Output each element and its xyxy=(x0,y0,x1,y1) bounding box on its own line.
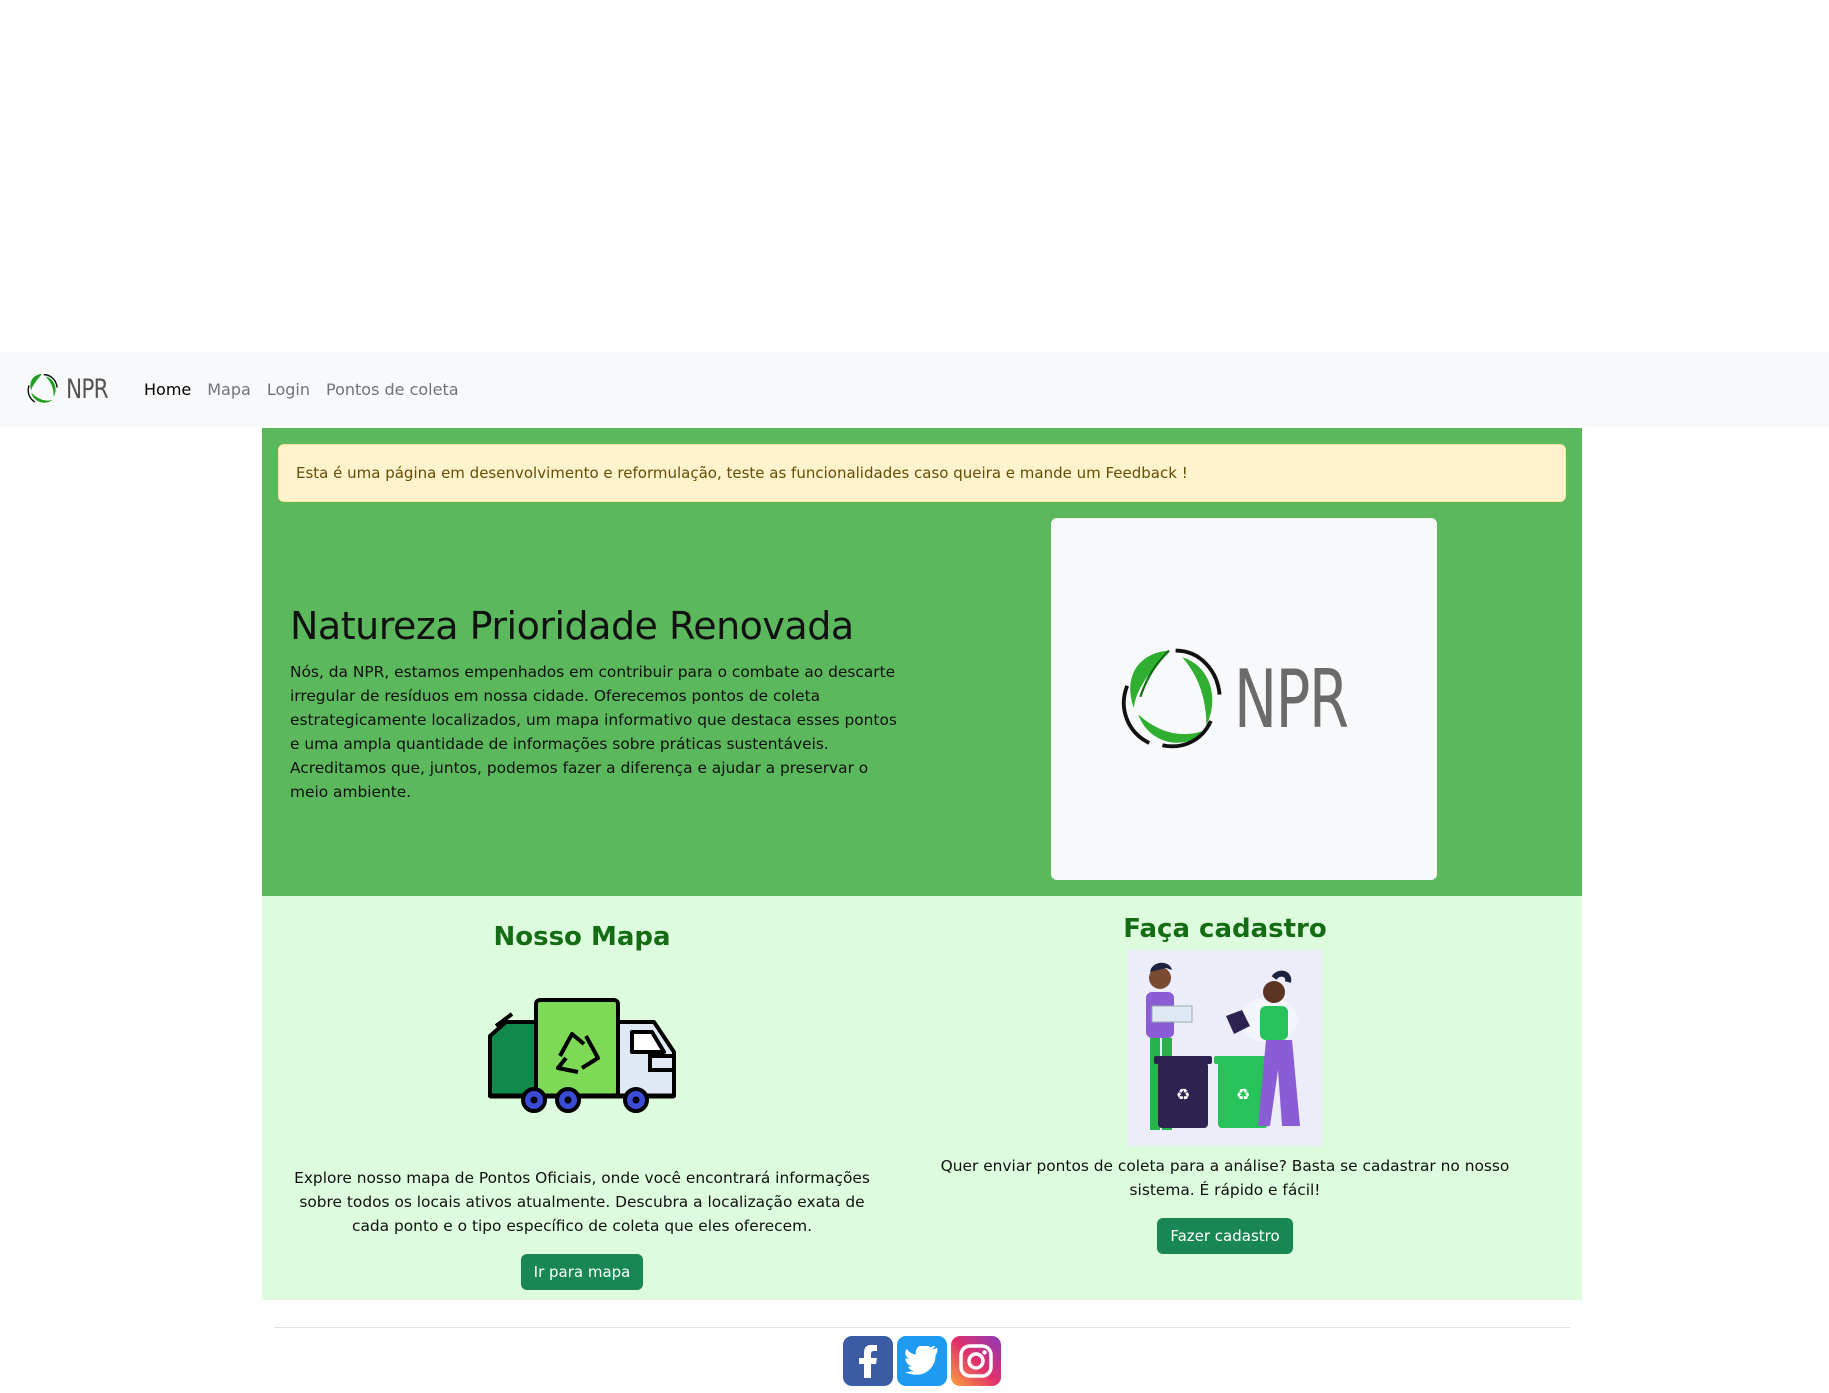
facebook-icon[interactable] xyxy=(843,1336,893,1386)
feature-signup-text: Quer enviar pontos de coleta para a anál… xyxy=(940,1157,1510,1199)
instagram-camera-icon xyxy=(959,1344,993,1378)
navbar: NPR Home Mapa Login Pontos de coleta xyxy=(0,352,1829,427)
brand[interactable]: NPR xyxy=(24,366,118,412)
nav-mapa[interactable]: Mapa xyxy=(207,380,251,399)
nav-home[interactable]: Home xyxy=(144,380,191,399)
svg-text:♻: ♻ xyxy=(1236,1085,1250,1104)
npr-leaf-logo-icon xyxy=(27,373,58,403)
main-content: Esta é uma página em desenvolvimento e r… xyxy=(262,428,1582,1300)
hero-logo-text: NPR xyxy=(1234,652,1349,746)
twitter-bird-icon xyxy=(904,1346,938,1375)
feature-map-image xyxy=(262,974,902,1136)
feature-map-text: Explore nosso mapa de Pontos Oficiais, o… xyxy=(294,1169,870,1235)
alert-text: Esta é uma página em desenvolvimento e r… xyxy=(296,464,1188,482)
features-section: Nosso Mapa Explore nosso mapa de Pontos … xyxy=(262,896,1582,1300)
facebook-f-icon xyxy=(859,1345,877,1378)
instagram-icon[interactable] xyxy=(951,1336,1001,1386)
people-recycling-illustration: ♻ ♻ xyxy=(1146,962,1300,1130)
twitter-icon[interactable] xyxy=(897,1336,947,1386)
hero-logo-card: NPR xyxy=(1051,518,1437,880)
hero-description: Nós, da NPR, estamos empenhados em contr… xyxy=(290,663,897,801)
feature-map: Nosso Mapa Explore nosso mapa de Pontos … xyxy=(262,896,902,1290)
footer-divider xyxy=(274,1327,1570,1328)
nav-links: Home Mapa Login Pontos de coleta xyxy=(144,352,475,427)
development-alert: Esta é uma página em desenvolvimento e r… xyxy=(278,444,1566,502)
nav-pontos-de-coleta[interactable]: Pontos de coleta xyxy=(326,380,459,399)
signup-button[interactable]: Fazer cadastro xyxy=(1157,1218,1293,1254)
go-to-map-button[interactable]: Ir para mapa xyxy=(520,1254,644,1290)
feature-signup-image: ♻ ♻ xyxy=(1128,950,1322,1146)
social-links xyxy=(843,1336,1001,1386)
svg-text:♻: ♻ xyxy=(1176,1085,1190,1104)
recycling-truck-icon xyxy=(488,998,676,1113)
nav-login[interactable]: Login xyxy=(267,380,310,399)
npr-large-leaf-logo-icon xyxy=(1121,648,1222,749)
brand-text: NPR xyxy=(66,373,109,405)
hero-section: Esta é uma página em desenvolvimento e r… xyxy=(262,428,1582,896)
feature-signup: Faça cadastro ♻ ♻ Quer enviar pontos de … xyxy=(905,896,1545,1254)
feature-map-title: Nosso Mapa xyxy=(493,922,671,952)
feature-signup-title: Faça cadastro xyxy=(1123,914,1327,944)
hero-title: Natureza Prioridade Renovada xyxy=(290,604,854,648)
